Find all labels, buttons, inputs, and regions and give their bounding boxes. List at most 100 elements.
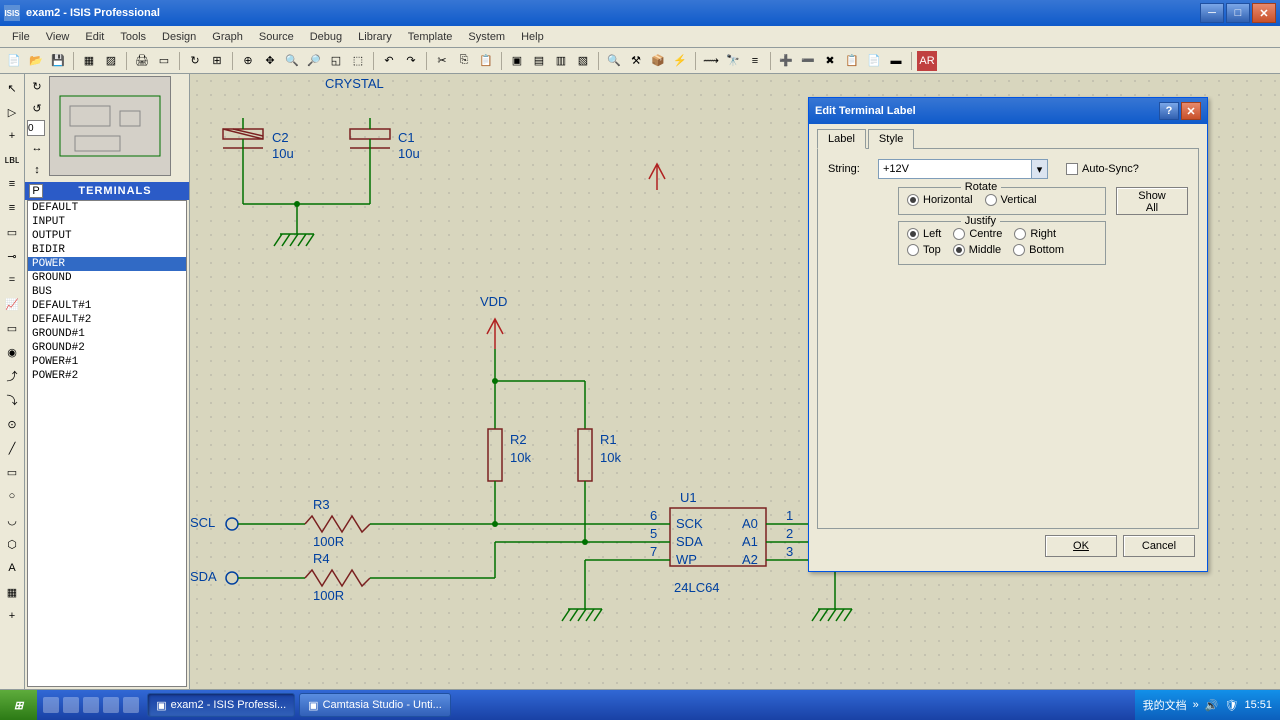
refresh-icon[interactable]: ↻ <box>185 51 205 71</box>
tab-label[interactable]: Label <box>817 129 866 149</box>
quicklaunch-icon[interactable] <box>43 697 59 713</box>
zoomall-icon[interactable]: ◱ <box>326 51 346 71</box>
terminal-list[interactable]: DEFAULTINPUTOUTPUTBIDIRPOWERGROUNDBUSDEF… <box>27 200 187 687</box>
terminal-list-item[interactable]: GROUND#1 <box>28 327 186 341</box>
justify-bottom-radio[interactable]: Bottom <box>1013 244 1064 256</box>
autosync-checkbox[interactable]: Auto-Sync? <box>1066 163 1139 175</box>
decompose-icon[interactable]: ⚡ <box>670 51 690 71</box>
printarea-icon[interactable]: ▭ <box>154 51 174 71</box>
make-icon[interactable]: ⚒ <box>626 51 646 71</box>
text-icon[interactable]: ≡ <box>2 174 22 194</box>
block-delete-icon[interactable]: ▧ <box>573 51 593 71</box>
terminal-list-item[interactable]: DEFAULT <box>28 201 186 215</box>
rotation-input[interactable] <box>27 120 45 136</box>
undo-icon[interactable]: ↶ <box>379 51 399 71</box>
dialog-close-button[interactable]: ✕ <box>1181 102 1201 120</box>
tray-icon[interactable]: 🛡 <box>1225 699 1239 712</box>
paste-icon[interactable]: 📋 <box>476 51 496 71</box>
chevron-down-icon[interactable]: ▾ <box>1031 160 1047 178</box>
menu-design[interactable]: Design <box>154 29 204 45</box>
block-copy-icon[interactable]: ▣ <box>507 51 527 71</box>
package-icon[interactable]: 📦 <box>648 51 668 71</box>
grid-icon[interactable]: ⊞ <box>207 51 227 71</box>
minimize-button[interactable]: ─ <box>1200 3 1224 23</box>
terminal-list-item[interactable]: DEFAULT#2 <box>28 313 186 327</box>
marker-icon[interactable]: + <box>2 606 22 626</box>
generator-icon[interactable]: ◉ <box>2 342 22 362</box>
taskbar-item-camtasia[interactable]: ▣Camtasia Studio - Unti... <box>299 693 451 717</box>
symbol-icon[interactable]: ▦ <box>2 582 22 602</box>
dialog-titlebar[interactable]: Edit Terminal Label ? ✕ <box>809 98 1207 124</box>
menu-edit[interactable]: Edit <box>77 29 112 45</box>
search-icon[interactable]: 🔭 <box>723 51 743 71</box>
justify-middle-radio[interactable]: Middle <box>953 244 1001 256</box>
menu-graph[interactable]: Graph <box>204 29 251 45</box>
import-icon[interactable]: ▦ <box>79 51 99 71</box>
pick-icon[interactable]: 🔍 <box>604 51 624 71</box>
quicklaunch-icon[interactable] <box>63 697 79 713</box>
rotate-ccw-icon[interactable]: ↺ <box>27 98 47 118</box>
terminal-list-item[interactable]: OUTPUT <box>28 229 186 243</box>
pick-device-button[interactable]: P <box>29 184 43 198</box>
justify-left-radio[interactable]: Left <box>907 228 941 240</box>
menu-tools[interactable]: Tools <box>112 29 154 45</box>
rotate-cw-icon[interactable]: ↻ <box>27 76 47 96</box>
string-input[interactable] <box>879 160 1031 178</box>
instrument-icon[interactable]: ⊙ <box>2 414 22 434</box>
print-icon[interactable]: 🖨 <box>132 51 152 71</box>
tab-style[interactable]: Style <box>868 129 914 149</box>
close-button[interactable]: ✕ <box>1252 3 1276 23</box>
graph-icon[interactable]: 📈 <box>2 294 22 314</box>
terminal-list-item[interactable]: GROUND <box>28 271 186 285</box>
erc-icon[interactable]: ✖ <box>820 51 840 71</box>
quicklaunch-icon[interactable] <box>123 697 139 713</box>
justify-right-radio[interactable]: Right <box>1014 228 1056 240</box>
menu-source[interactable]: Source <box>251 29 302 45</box>
justify-top-radio[interactable]: Top <box>907 244 941 256</box>
new-icon[interactable]: 📄 <box>4 51 24 71</box>
string-combo[interactable]: ▾ <box>878 159 1048 179</box>
cut-icon[interactable]: ✂ <box>432 51 452 71</box>
zoomout-icon[interactable]: 🔎 <box>304 51 324 71</box>
wire-autoroute-icon[interactable]: ⟿ <box>701 51 721 71</box>
justify-centre-radio[interactable]: Centre <box>953 228 1002 240</box>
block-move-icon[interactable]: ▤ <box>529 51 549 71</box>
pin-icon[interactable]: = <box>2 270 22 290</box>
bom-icon[interactable]: 📄 <box>864 51 884 71</box>
sheet-add-icon[interactable]: ➕ <box>776 51 796 71</box>
redo-icon[interactable]: ↷ <box>401 51 421 71</box>
tray-expand-icon[interactable]: » <box>1193 699 1199 711</box>
terminal-list-item[interactable]: POWER <box>28 257 186 271</box>
rotate-horizontal-radio[interactable]: Horizontal <box>907 194 973 206</box>
terminal-list-item[interactable]: POWER#2 <box>28 369 186 383</box>
tray-folder[interactable]: 我的文档 <box>1143 697 1187 713</box>
component-icon[interactable]: ▷ <box>2 102 22 122</box>
tray-icon[interactable]: 🔊 <box>1205 699 1219 712</box>
menu-library[interactable]: Library <box>350 29 400 45</box>
maximize-button[interactable]: □ <box>1226 3 1250 23</box>
dialog-help-button[interactable]: ? <box>1159 102 1179 120</box>
menu-debug[interactable]: Debug <box>302 29 350 45</box>
taskbar-item-isis[interactable]: ▣exam2 - ISIS Professi... <box>147 693 295 717</box>
junction-icon[interactable]: + <box>2 126 22 146</box>
probe-v-icon[interactable]: ⤴ <box>2 366 22 386</box>
path-icon[interactable]: ⬡ <box>2 534 22 554</box>
bus-icon[interactable]: ≡ <box>2 198 22 218</box>
zoomarea-icon[interactable]: ⬚ <box>348 51 368 71</box>
export-icon[interactable]: ▨ <box>101 51 121 71</box>
circle-icon[interactable]: ○ <box>2 486 22 506</box>
netlist-icon[interactable]: 📋 <box>842 51 862 71</box>
save-icon[interactable]: 💾 <box>48 51 68 71</box>
overview-map[interactable] <box>49 76 171 176</box>
origin-icon[interactable]: ⊕ <box>238 51 258 71</box>
cancel-button[interactable]: Cancel <box>1123 535 1195 557</box>
show-all-button[interactable]: Show All <box>1116 187 1188 215</box>
property-icon[interactable]: ≡ <box>745 51 765 71</box>
mirror-v-icon[interactable]: ↕ <box>27 160 47 180</box>
sheet-remove-icon[interactable]: ➖ <box>798 51 818 71</box>
tape-icon[interactable]: ▭ <box>2 318 22 338</box>
terminal-list-item[interactable]: POWER#1 <box>28 355 186 369</box>
box-icon[interactable]: ▭ <box>2 462 22 482</box>
menu-help[interactable]: Help <box>513 29 552 45</box>
menu-system[interactable]: System <box>460 29 513 45</box>
